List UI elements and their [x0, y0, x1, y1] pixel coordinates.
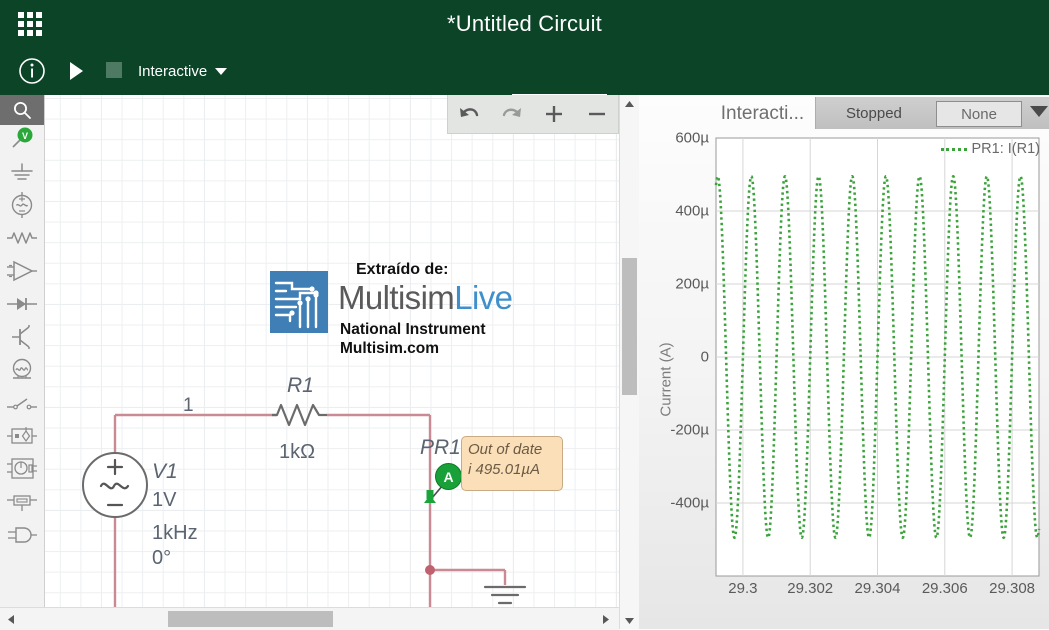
- search-icon[interactable]: [0, 95, 44, 125]
- component-ref-v1[interactable]: V1: [152, 460, 178, 484]
- redo-button[interactable]: [492, 99, 532, 129]
- palette-item-transistor[interactable]: [0, 323, 44, 356]
- palette-item-resistor[interactable]: [0, 224, 44, 257]
- ground-icon: [8, 160, 36, 189]
- chevron-down-icon[interactable]: [1030, 106, 1048, 117]
- palette-item-ground[interactable]: [0, 158, 44, 191]
- simulation-mode-label: Interactive: [138, 62, 208, 80]
- chevron-down-icon: [215, 67, 228, 75]
- horizontal-scroll-thumb[interactable]: [168, 611, 333, 627]
- title-bar: *Untitled Circuit: [0, 0, 1049, 48]
- cursor-select[interactable]: None: [936, 101, 1022, 127]
- motor-icon: [6, 456, 38, 487]
- zoom-out-button[interactable]: [577, 99, 617, 129]
- v1-frequency: 1kHz: [152, 522, 198, 544]
- probe-status: Out of date: [468, 441, 543, 458]
- palette-item-probe[interactable]: V: [0, 125, 44, 158]
- dependent-source-icon: [6, 425, 38, 452]
- grapher-header: Interacti... Stopped None: [639, 95, 1049, 131]
- relay-icon: [6, 491, 38, 518]
- transistor-icon: [8, 323, 36, 356]
- multisim-live-app: *Untitled Circuit Interactive Extraído d…: [0, 0, 1049, 630]
- palette-item-logic-gate[interactable]: [0, 521, 44, 554]
- waveform-plot[interactable]: [639, 131, 1049, 629]
- palette-item-source[interactable]: [0, 191, 44, 224]
- apps-grid-icon[interactable]: [14, 8, 46, 40]
- v1-phase: 0°: [152, 547, 172, 569]
- lamp-icon: [8, 357, 36, 388]
- triangle-left-icon[interactable]: [2, 608, 20, 630]
- voltage-probe-icon: V: [8, 126, 36, 157]
- probe-badge-current[interactable]: A: [435, 463, 462, 490]
- svg-text:V: V: [22, 131, 28, 141]
- grapher-panel: Interacti... Stopped None Current (A) Ti…: [638, 95, 1049, 629]
- palette-item-relay[interactable]: [0, 488, 44, 521]
- undo-button[interactable]: [449, 99, 489, 129]
- schematic-view-toolbar: [447, 95, 619, 134]
- r1-value: 1kΩ: [279, 441, 316, 463]
- vertical-scroll-thumb[interactable]: [622, 258, 637, 395]
- main-toolbar: Interactive Schematic: [0, 47, 1049, 142]
- simulation-mode-dropdown[interactable]: Interactive: [138, 58, 228, 84]
- plot-area[interactable]: Current (A) Time (s) 600µ400µ200µ0-200µ-…: [639, 130, 1049, 629]
- grapher-title[interactable]: Interacti...: [711, 97, 814, 131]
- chart-legend: PR1: I(R1): [940, 141, 1041, 157]
- node-label-1: 1: [183, 395, 194, 416]
- triangle-right-icon[interactable]: [597, 608, 615, 630]
- component-ref-pr1[interactable]: PR1: [420, 436, 461, 460]
- palette-item-opamp[interactable]: [0, 257, 44, 290]
- page-title: *Untitled Circuit: [446, 10, 602, 36]
- component-ref-r1[interactable]: R1: [287, 374, 314, 398]
- play-icon[interactable]: [70, 62, 83, 80]
- component-palette: V: [0, 95, 45, 615]
- palette-item-motor[interactable]: [0, 455, 44, 488]
- resistor-icon: [6, 229, 38, 252]
- schematic-canvas[interactable]: Extraído de: MultisimLive National Instr…: [0, 95, 638, 629]
- switch-icon: [6, 394, 38, 417]
- grapher-status-bar: Stopped None: [815, 97, 1049, 129]
- legend-label: PR1: I(R1): [971, 141, 1041, 157]
- palette-item-lamp[interactable]: [0, 356, 44, 389]
- circuit-drawing: [82, 403, 527, 629]
- palette-item-diode[interactable]: [0, 290, 44, 323]
- opamp-icon: [6, 259, 38, 288]
- palette-item-dependent-source[interactable]: [0, 422, 44, 455]
- probe-reading: i 495.01µA: [468, 460, 541, 478]
- stop-square-icon[interactable]: [106, 62, 122, 78]
- schematic-horizontal-scrollbar[interactable]: [0, 607, 619, 630]
- simulation-status: Stopped: [846, 104, 902, 122]
- zoom-in-button[interactable]: [534, 99, 574, 129]
- legend-color-swatch: [940, 147, 967, 151]
- diode-icon: [6, 295, 38, 318]
- info-circle-icon[interactable]: [18, 57, 46, 85]
- triangle-down-icon[interactable]: [620, 612, 639, 629]
- ac-source-icon: [8, 191, 36, 224]
- palette-item-switch[interactable]: [0, 389, 44, 422]
- and-gate-icon: [6, 524, 38, 551]
- schematic-vertical-scrollbar[interactable]: [619, 95, 639, 629]
- v1-voltage: 1V: [152, 489, 177, 511]
- triangle-up-icon[interactable]: [620, 95, 639, 112]
- probe-tooltip: Out of date i 495.01µA: [461, 436, 563, 491]
